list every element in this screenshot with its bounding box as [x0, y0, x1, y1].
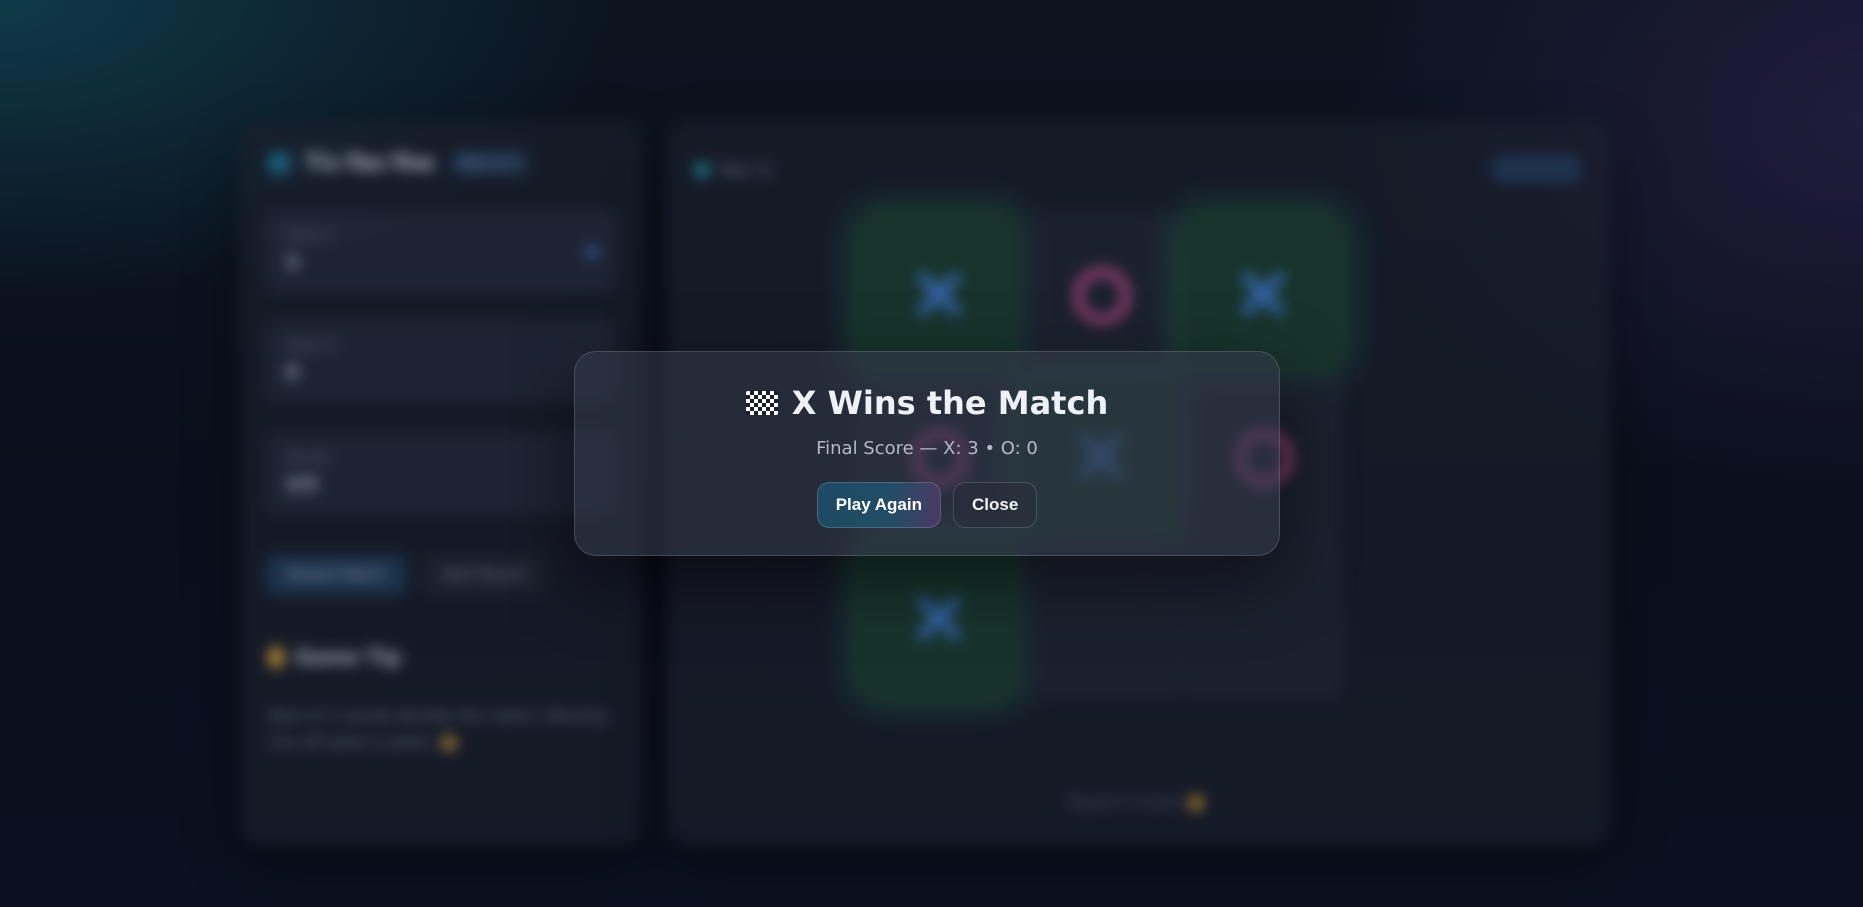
board-cell[interactable] [1019, 537, 1181, 699]
field-label: Player O [286, 338, 337, 352]
x-mark-icon [1238, 270, 1286, 318]
checkered-flag-icon [745, 391, 778, 415]
tip-heading: Game Tip [269, 645, 401, 669]
settings-button[interactable] [1491, 155, 1581, 183]
board-footer: Round 3: X wins [1069, 795, 1204, 811]
field-label: Rounds [286, 450, 331, 464]
rounds-field[interactable]: Rounds 3/5 [265, 433, 617, 513]
field-value: 0 [286, 362, 299, 383]
tip-body: Best of 5 rounds decides the match. Winn… [269, 707, 607, 751]
field-value: 3 [286, 252, 299, 273]
round-result: Round 3: X wins [1069, 795, 1182, 811]
match-result-dialog: X Wins the Match Final Score — X: 3 • O:… [574, 351, 1280, 556]
app-title: Tic-Tac-Toe [305, 151, 435, 176]
sparkle-icon [441, 735, 456, 750]
player-o-field[interactable]: Player O 0 [265, 321, 617, 401]
trophy-icon [1189, 796, 1204, 810]
turn-dot-icon [695, 163, 709, 177]
field-value: 3/5 [286, 474, 318, 495]
sidebar-actions: Restart Match Next Round [265, 555, 546, 595]
x-mark-icon [914, 594, 962, 642]
dialog-actions: Play Again Close [575, 482, 1279, 528]
status-dot-icon [586, 246, 598, 258]
field-label: Player X [286, 228, 336, 242]
o-mark-icon [1074, 268, 1130, 324]
player-x-field[interactable]: Player X 3 [265, 211, 617, 291]
restart-match-button[interactable]: Restart Match [265, 555, 407, 595]
board-cell[interactable] [857, 537, 1019, 699]
mode-badge: Best of 5 [448, 151, 531, 176]
board-cell[interactable] [1181, 537, 1343, 699]
turn-label: Turn: X [719, 161, 771, 179]
play-again-button[interactable]: Play Again [816, 482, 941, 528]
app-logo-icon [269, 152, 291, 175]
final-score: Final Score — X: 3 • O: 0 [816, 438, 1038, 459]
next-round-button[interactable]: Next Round [421, 555, 546, 595]
dialog-title-row: X Wins the Match [575, 384, 1279, 422]
x-mark-icon [914, 270, 962, 318]
lightbulb-icon [269, 647, 283, 667]
dialog-title: X Wins the Match [791, 384, 1109, 422]
close-button[interactable]: Close [953, 482, 1038, 528]
tip-title: Game Tip [295, 645, 402, 669]
turn-indicator: Turn: X [695, 161, 771, 179]
brand: Tic-Tac-Toe Best of 5 [269, 151, 531, 176]
tip-text: Best of 5 rounds decides the match. Winn… [269, 703, 609, 755]
